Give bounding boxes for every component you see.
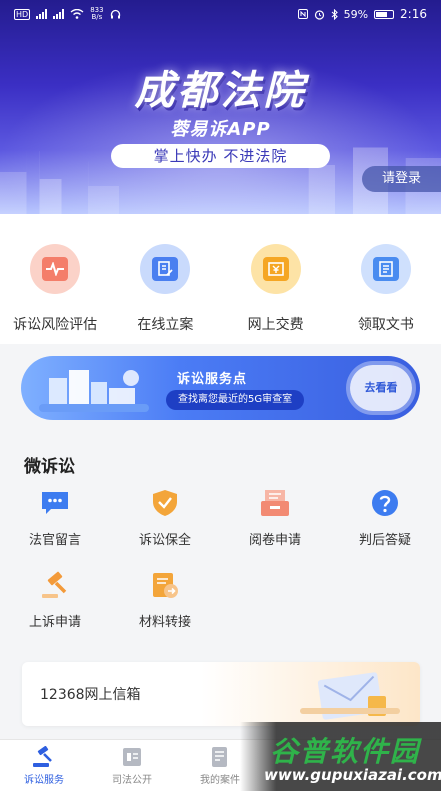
quick-item-risk-assessment[interactable]: 诉讼风险评估 [5, 244, 105, 344]
micro-item-material-transfer[interactable]: 材料转接 [110, 570, 220, 632]
my-cases-icon [212, 747, 227, 767]
micro-label: 上诉申请 [28, 615, 81, 630]
quick-label: 诉讼风险评估 [13, 317, 98, 333]
nav-label: 我的案件 [200, 775, 240, 786]
building-illustration [39, 370, 149, 412]
status-bar: HD 833 B/s 59% 2:16 [0, 0, 441, 28]
login-button[interactable]: 请登录 [362, 166, 441, 192]
quick-label: 领取文书 [357, 317, 414, 333]
watermark-logo: 谷普软件园 [270, 735, 421, 768]
micro-label: 阅卷申请 [248, 533, 301, 548]
section-title: 微诉讼 [24, 457, 75, 477]
micro-services-grid: 法官留言 诉讼保全 阅卷申请 判后答疑 上诉申请 材料转接 [0, 488, 441, 632]
hero-banner: 成都法院 蓉易诉APP 掌上快办 不进法院 请登录 [0, 0, 441, 214]
headset-icon [110, 9, 120, 18]
battery-icon [374, 9, 395, 19]
hd-badge: HD [14, 8, 31, 20]
judicial-open-icon [123, 748, 141, 766]
message-icon [40, 488, 70, 518]
document-icon [360, 244, 411, 294]
mailbox-illustration [300, 672, 400, 720]
micro-item-appeal[interactable]: 上诉申请 [0, 570, 110, 632]
shield-icon [150, 488, 180, 518]
litigation-service-icon [33, 746, 52, 767]
alarm-icon [314, 9, 324, 20]
quick-label: 网上交费 [247, 317, 304, 333]
risk-assessment-icon [30, 244, 81, 294]
online-filing-icon [140, 244, 191, 294]
micro-item-post-judgment-qa[interactable]: 判后答疑 [330, 488, 440, 550]
micro-item-preservation[interactable]: 诉讼保全 [110, 488, 220, 550]
nav-label: 司法公开 [112, 775, 152, 786]
nfc-icon [297, 9, 308, 19]
hero-slogan: 掌上快办 不进法院 [111, 144, 330, 168]
quick-services: 诉讼风险评估 在线立案 网上交费 领取文书 [0, 214, 441, 344]
promo-subtitle: 查找离您最近的5G审查室 [166, 390, 305, 410]
online-mailbox-card[interactable]: 12368网上信箱 [22, 662, 420, 726]
nav-label: 诉讼服务 [24, 775, 64, 786]
go-see-button[interactable]: 去看看 [350, 365, 412, 411]
hero-subtitle: 蓉易诉APP [170, 119, 271, 140]
micro-label: 法官留言 [28, 533, 81, 548]
watermark: 谷普软件园 www.gupuxiazai.com [240, 722, 441, 791]
nav-litigation-service[interactable]: 诉讼服务 [0, 740, 88, 791]
quick-item-payment[interactable]: 网上交费 [226, 244, 326, 344]
quick-item-online-filing[interactable]: 在线立案 [115, 244, 215, 344]
micro-item-file-review[interactable]: 阅卷申请 [220, 488, 330, 550]
file-review-icon [260, 488, 290, 518]
status-time: 2:16 [400, 7, 427, 21]
net-speed: 833 B/s [90, 6, 104, 21]
payment-icon [250, 244, 301, 294]
micro-label: 判后答疑 [358, 533, 411, 548]
service-point-banner[interactable]: 诉讼服务点 查找离您最近的5G审查室 去看看 [21, 356, 420, 420]
hero-title: 成都法院 [134, 68, 307, 114]
mailbox-label: 12368网上信箱 [40, 687, 141, 703]
signal-icon [53, 9, 65, 19]
quick-item-document[interactable]: 领取文书 [336, 244, 436, 344]
micro-label: 材料转接 [138, 615, 191, 630]
quick-label: 在线立案 [137, 317, 194, 333]
signal-icon [36, 9, 48, 19]
nav-judicial-open[interactable]: 司法公开 [88, 740, 176, 791]
battery-percent: 59% [343, 7, 369, 21]
wifi-icon [70, 9, 84, 19]
micro-label: 诉讼保全 [138, 533, 191, 548]
material-transfer-icon [150, 570, 180, 600]
micro-item-judge-message[interactable]: 法官留言 [0, 488, 110, 550]
promo-title: 诉讼服务点 [177, 372, 248, 387]
question-icon [370, 488, 400, 518]
watermark-url: www.gupuxiazai.com [264, 766, 441, 784]
gavel-icon [40, 570, 70, 600]
bluetooth-icon [331, 8, 338, 20]
